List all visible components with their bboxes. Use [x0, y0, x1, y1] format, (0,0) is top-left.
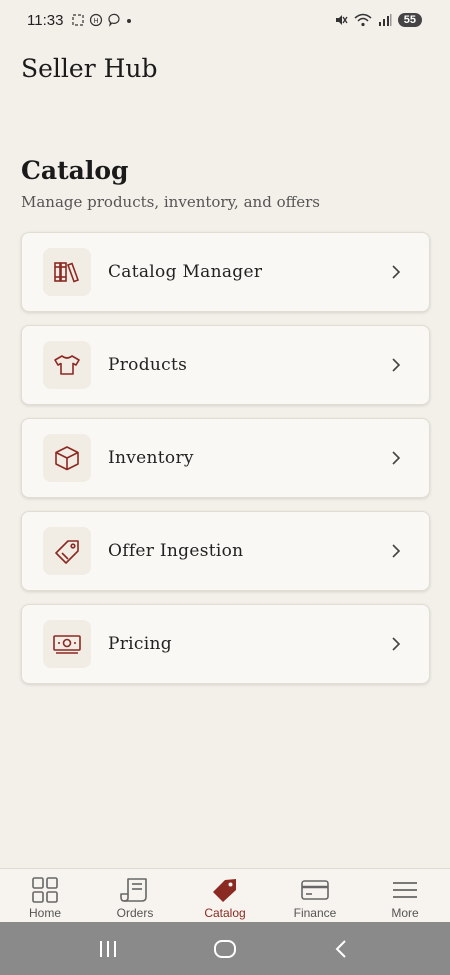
chat-bubble-icon [108, 13, 120, 27]
nav-home-label: Home [28, 906, 61, 920]
catalog-menu-list: Catalog Manager Products Inventory Offer… [21, 232, 430, 697]
mute-icon [335, 15, 348, 25]
products-label: Products [108, 355, 188, 375]
nav-home[interactable]: Home [0, 869, 90, 922]
card-icon [301, 880, 329, 900]
box-icon [43, 434, 91, 482]
status-bar: 11:33 H 55 [0, 0, 450, 40]
pricing-label: Pricing [108, 634, 172, 654]
pricing-card[interactable]: Pricing [21, 604, 430, 684]
back-icon[interactable] [330, 938, 354, 960]
nav-more[interactable]: More [360, 869, 450, 922]
signal-icon [378, 14, 392, 26]
screenshot-icon [72, 14, 85, 26]
svg-text:H: H [94, 18, 99, 25]
tshirt-icon [43, 341, 91, 389]
chevron-right-icon [392, 451, 401, 465]
tag-filled-icon [213, 879, 236, 902]
nav-orders-label: Orders [116, 906, 154, 920]
inventory-card[interactable]: Inventory [21, 418, 430, 498]
tag-icon [43, 527, 91, 575]
nav-orders[interactable]: Orders [90, 869, 180, 922]
catalog-manager-card[interactable]: Catalog Manager [21, 232, 430, 312]
chevron-right-icon [392, 544, 401, 558]
system-navigation-bar [0, 922, 450, 975]
offer-ingestion-label: Offer Ingestion [108, 541, 244, 561]
recent-apps-icon[interactable] [96, 938, 120, 960]
receipt-icon [120, 878, 147, 902]
products-card[interactable]: Products [21, 325, 430, 405]
offer-ingestion-card[interactable]: Offer Ingestion [21, 511, 430, 591]
notification-icons: H [71, 13, 133, 27]
nav-more-label: More [391, 906, 419, 920]
chevron-right-icon [392, 637, 401, 651]
chevron-right-icon [392, 265, 401, 279]
nav-finance[interactable]: Finance [270, 869, 360, 922]
books-icon [43, 248, 91, 296]
chevron-right-icon [392, 358, 401, 372]
app-title: Seller Hub [21, 54, 158, 83]
dot-icon [127, 19, 132, 23]
battery-indicator: 55 [397, 13, 422, 27]
nav-catalog[interactable]: Catalog [180, 869, 270, 922]
menu-icon [393, 882, 417, 898]
nav-catalog-label: Catalog [204, 906, 246, 920]
section-title: Catalog [21, 156, 129, 185]
status-right: 55 [334, 13, 422, 27]
status-left: 11:33 H [27, 12, 133, 29]
home-button-icon[interactable] [212, 938, 238, 960]
section-subtitle: Manage products, inventory, and offers [21, 193, 321, 211]
inventory-label: Inventory [108, 448, 194, 468]
grid-icon [32, 877, 58, 903]
bottom-navigation: Home Orders Catalog Finance More [0, 868, 450, 922]
wifi-icon [354, 13, 372, 27]
catalog-manager-label: Catalog Manager [108, 262, 263, 282]
cash-icon [43, 620, 91, 668]
status-time: 11:33 [27, 11, 64, 29]
hexagon-notification-icon: H [90, 13, 103, 27]
nav-finance-label: Finance [293, 906, 337, 920]
